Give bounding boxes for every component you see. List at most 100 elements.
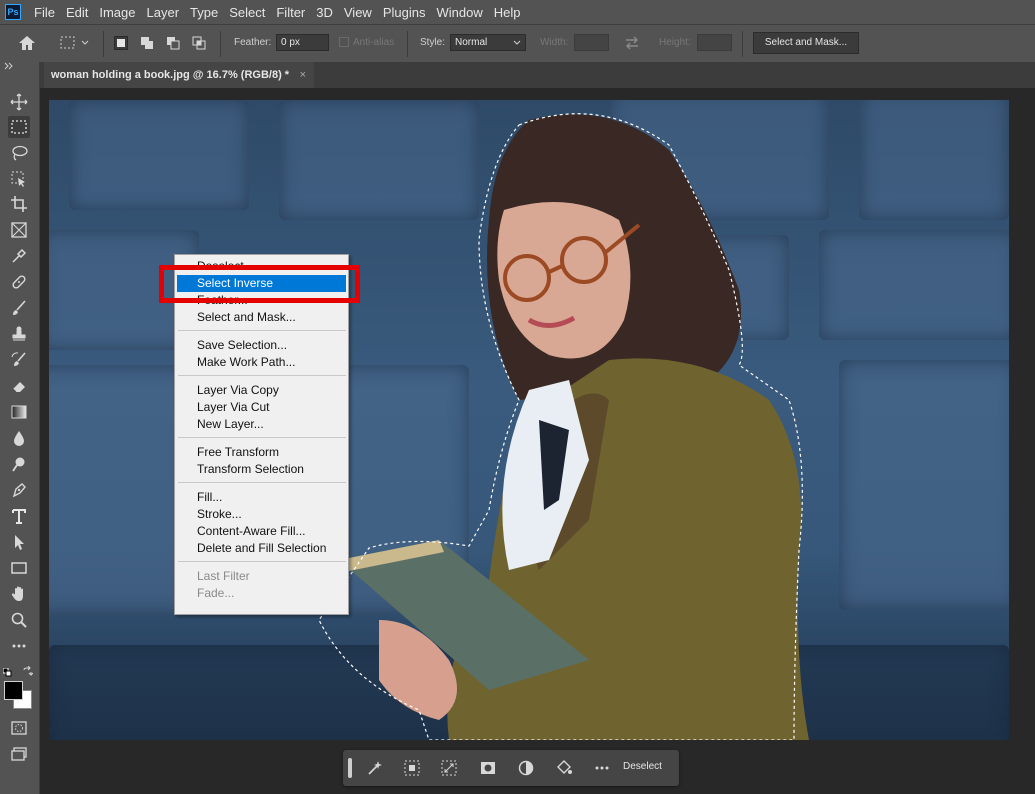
swap-dimensions-icon[interactable] xyxy=(624,35,640,56)
quick-mask-icon[interactable] xyxy=(8,717,30,739)
expand-panel-icon[interactable] xyxy=(4,62,14,73)
rectangle-tool-icon[interactable] xyxy=(8,557,30,579)
menu-item-save-selection[interactable]: Save Selection... xyxy=(177,337,346,354)
generative-fill-icon[interactable] xyxy=(366,759,384,777)
menu-item-layer-via-cut[interactable]: Layer Via Cut xyxy=(177,399,346,416)
menu-item-fill[interactable]: Fill... xyxy=(177,489,346,506)
move-tool-icon[interactable] xyxy=(8,91,30,113)
menu-item-last-filter: Last Filter xyxy=(197,569,250,583)
document-tab-title: woman holding a book.jpg @ 16.7% (RGB/8)… xyxy=(51,69,290,81)
menu-item-stroke[interactable]: Stroke... xyxy=(177,506,346,523)
menu-3d[interactable]: 3D xyxy=(316,5,333,20)
more-tools-icon[interactable] xyxy=(8,635,30,657)
type-tool-icon[interactable] xyxy=(8,505,30,527)
menu-image[interactable]: Image xyxy=(99,5,135,20)
frame-tool-icon[interactable] xyxy=(8,219,30,241)
width-input[interactable] xyxy=(574,34,609,51)
feather-label: Feather: xyxy=(234,37,272,48)
add-to-selection-icon[interactable] xyxy=(140,36,154,50)
foreground-color-swatch[interactable] xyxy=(4,681,23,700)
more-options-icon[interactable] xyxy=(593,759,611,777)
crop-tool-icon[interactable] xyxy=(8,193,30,215)
highlight-annotation-box xyxy=(159,265,360,303)
modify-selection-icon[interactable] xyxy=(403,759,421,777)
swap-colors-icon[interactable] xyxy=(22,664,34,682)
gradient-tool-icon[interactable] xyxy=(8,401,30,423)
select-and-mask-button[interactable]: Select and Mask... xyxy=(753,32,859,54)
style-label: Style: xyxy=(420,37,446,48)
document-tab[interactable]: woman holding a book.jpg @ 16.7% (RGB/8)… xyxy=(44,62,314,88)
zoom-tool-icon[interactable] xyxy=(8,609,30,631)
menu-type[interactable]: Type xyxy=(190,5,218,20)
style-select[interactable]: Normal xyxy=(450,34,526,51)
menu-window[interactable]: Window xyxy=(436,5,482,20)
menu-item-make-work-path[interactable]: Make Work Path... xyxy=(177,354,346,371)
menu-item-content-aware-fill[interactable]: Content-Aware Fill... xyxy=(177,523,346,540)
drag-handle[interactable] xyxy=(348,758,352,778)
menu-separator xyxy=(178,330,346,331)
menu-edit[interactable]: Edit xyxy=(66,5,88,20)
dodge-tool-icon[interactable] xyxy=(8,453,30,475)
menu-bar: Ps File Edit Image Layer Type Select Fil… xyxy=(0,0,1035,24)
anti-alias-checkbox[interactable] xyxy=(339,37,349,47)
rectangular-marquee-tool-icon[interactable] xyxy=(8,116,30,138)
blur-tool-icon[interactable] xyxy=(8,427,30,449)
width-label: Width: xyxy=(540,37,569,48)
home-icon[interactable] xyxy=(17,34,37,57)
menu-item-select-and-mask[interactable]: Select and Mask... xyxy=(177,309,346,326)
menu-item-transform-selection[interactable]: Transform Selection xyxy=(177,461,346,478)
document-tab-strip: woman holding a book.jpg @ 16.7% (RGB/8)… xyxy=(0,62,1035,88)
menu-plugins[interactable]: Plugins xyxy=(383,5,426,20)
chevron-down-icon xyxy=(513,40,521,45)
path-selection-tool-icon[interactable] xyxy=(8,531,30,553)
intersect-selection-icon[interactable] xyxy=(192,36,206,50)
menu-item-new-layer[interactable]: New Layer... xyxy=(177,416,346,433)
marquee-preset-icon[interactable] xyxy=(60,36,90,55)
brush-tool-icon[interactable] xyxy=(8,297,30,319)
close-tab-icon[interactable]: × xyxy=(300,62,306,88)
context-menu: Deselect Select Inverse Feather... Selec… xyxy=(174,254,349,615)
history-brush-tool-icon[interactable] xyxy=(8,349,30,371)
menu-separator xyxy=(178,437,346,438)
menu-item-free-transform[interactable]: Free Transform xyxy=(177,444,346,461)
menu-view[interactable]: View xyxy=(344,5,372,20)
menu-select[interactable]: Select xyxy=(229,5,265,20)
clone-stamp-tool-icon[interactable] xyxy=(8,323,30,345)
lasso-tool-icon[interactable] xyxy=(8,142,30,164)
height-label: Height: xyxy=(659,37,691,48)
eraser-tool-icon[interactable] xyxy=(8,375,30,397)
contextual-task-bar: Deselect xyxy=(343,750,679,786)
feather-input[interactable]: 0 px xyxy=(276,34,329,51)
hand-tool-icon[interactable] xyxy=(8,583,30,605)
paint-bucket-icon[interactable] xyxy=(555,759,573,777)
subtract-from-selection-icon[interactable] xyxy=(166,36,180,50)
eyedropper-tool-icon[interactable] xyxy=(8,245,30,267)
invert-selection-icon[interactable] xyxy=(440,759,458,777)
object-selection-tool-icon[interactable] xyxy=(8,168,30,190)
menu-layer[interactable]: Layer xyxy=(147,5,180,20)
menu-items: File Edit Image Layer Type Select Filter… xyxy=(34,0,531,24)
style-select-value: Normal xyxy=(455,37,488,48)
create-mask-icon[interactable] xyxy=(479,759,497,777)
photoshop-logo-icon: Ps xyxy=(5,4,21,20)
menu-item-layer-via-copy[interactable]: Layer Via Copy xyxy=(177,382,346,399)
new-selection-icon[interactable] xyxy=(114,36,128,50)
menu-file[interactable]: File xyxy=(34,5,55,20)
menu-filter[interactable]: Filter xyxy=(276,5,305,20)
healing-brush-tool-icon[interactable] xyxy=(8,271,30,293)
tools-panel xyxy=(0,62,40,794)
menu-item-fade: Fade... xyxy=(197,586,235,600)
pen-tool-icon[interactable] xyxy=(8,479,30,501)
menu-separator xyxy=(178,561,346,562)
screen-mode-icon[interactable] xyxy=(8,743,30,765)
height-input[interactable] xyxy=(697,34,732,51)
menu-help[interactable]: Help xyxy=(494,5,521,20)
menu-item-delete-and-fill-selection[interactable]: Delete and Fill Selection xyxy=(177,540,346,557)
options-bar: Feather: 0 px Anti-alias Style: Normal W… xyxy=(0,24,1035,62)
default-colors-icon[interactable] xyxy=(2,664,12,677)
deselect-button[interactable]: Deselect xyxy=(623,761,662,772)
menu-separator xyxy=(178,375,346,376)
fill-selection-icon[interactable] xyxy=(517,759,535,777)
menu-separator xyxy=(178,482,346,483)
anti-alias-label: Anti-alias xyxy=(353,37,395,48)
